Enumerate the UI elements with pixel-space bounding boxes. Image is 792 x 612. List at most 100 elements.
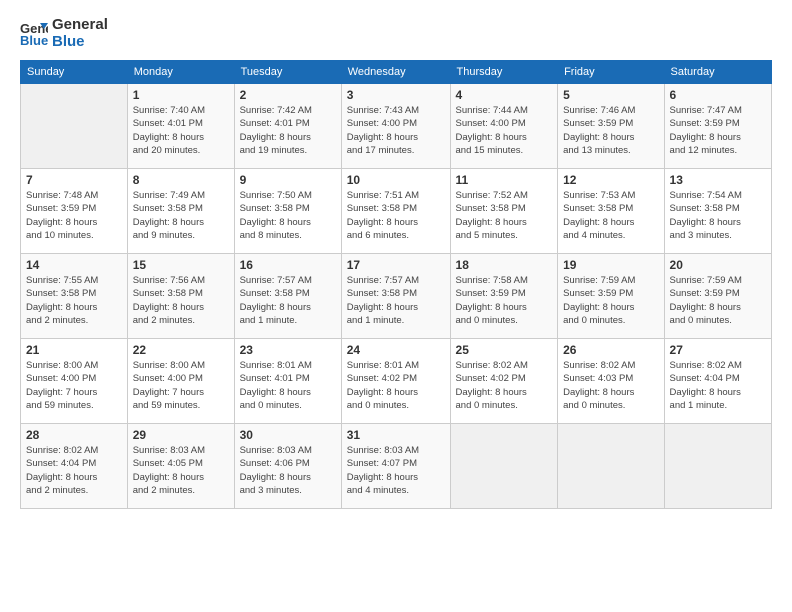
header: General Blue General Blue	[20, 16, 772, 50]
day-number: 13	[670, 173, 766, 187]
day-detail: Sunrise: 7:59 AM Sunset: 3:59 PM Dayligh…	[563, 274, 658, 327]
day-number: 27	[670, 343, 766, 357]
day-detail: Sunrise: 7:40 AM Sunset: 4:01 PM Dayligh…	[133, 104, 229, 157]
calendar-week-row: 1 Sunrise: 7:40 AM Sunset: 4:01 PM Daylig…	[21, 84, 772, 169]
calendar-cell: 10Sunrise: 7:51 AM Sunset: 3:58 PM Dayli…	[341, 169, 450, 254]
calendar-cell: 15 Sunrise: 7:56 AM Sunset: 3:58 PM Dayli…	[127, 254, 234, 339]
calendar-cell: 30 Sunrise: 8:03 AM Sunset: 4:06 PM Dayli…	[234, 424, 341, 509]
calendar-header-friday: Friday	[558, 61, 664, 84]
page: General Blue General Blue SundayMondayTu…	[0, 0, 792, 612]
calendar-cell: 19Sunrise: 7:59 AM Sunset: 3:59 PM Dayli…	[558, 254, 664, 339]
calendar-cell: 11Sunrise: 7:52 AM Sunset: 3:58 PM Dayli…	[450, 169, 558, 254]
day-detail: Sunrise: 7:46 AM Sunset: 3:59 PM Dayligh…	[563, 104, 658, 157]
day-number: 23	[240, 343, 336, 357]
day-detail: Sunrise: 7:54 AM Sunset: 3:58 PM Dayligh…	[670, 189, 766, 242]
day-detail: Sunrise: 8:01 AM Sunset: 4:01 PM Dayligh…	[240, 359, 336, 412]
calendar-cell: 13 Sunrise: 7:54 AM Sunset: 3:58 PM Dayli…	[664, 169, 771, 254]
day-number: 21	[26, 343, 122, 357]
calendar-cell: 12 Sunrise: 7:53 AM Sunset: 3:58 PM Dayli…	[558, 169, 664, 254]
day-detail: Sunrise: 7:47 AM Sunset: 3:59 PM Dayligh…	[670, 104, 766, 157]
calendar-cell: 27 Sunrise: 8:02 AM Sunset: 4:04 PM Dayli…	[664, 339, 771, 424]
day-number: 15	[133, 258, 229, 272]
day-detail: Sunrise: 7:55 AM Sunset: 3:58 PM Dayligh…	[26, 274, 122, 327]
day-detail: Sunrise: 7:53 AM Sunset: 3:58 PM Dayligh…	[563, 189, 658, 242]
calendar-cell: 22 Sunrise: 8:00 AM Sunset: 4:00 PM Dayli…	[127, 339, 234, 424]
day-number: 3	[347, 88, 445, 102]
calendar-header-saturday: Saturday	[664, 61, 771, 84]
calendar-cell: 26 Sunrise: 8:02 AM Sunset: 4:03 PM Dayli…	[558, 339, 664, 424]
calendar-cell: 21 Sunrise: 8:00 AM Sunset: 4:00 PM Dayli…	[21, 339, 128, 424]
calendar-cell: 3 Sunrise: 7:43 AM Sunset: 4:00 PM Daylig…	[341, 84, 450, 169]
day-detail: Sunrise: 8:03 AM Sunset: 4:06 PM Dayligh…	[240, 444, 336, 497]
day-number: 25	[456, 343, 553, 357]
calendar-header-sunday: Sunday	[21, 61, 128, 84]
calendar-cell: 8Sunrise: 7:49 AM Sunset: 3:58 PM Daylig…	[127, 169, 234, 254]
day-number: 12	[563, 173, 658, 187]
day-number: 16	[240, 258, 336, 272]
day-number: 31	[347, 428, 445, 442]
day-detail: Sunrise: 8:03 AM Sunset: 4:05 PM Dayligh…	[133, 444, 229, 497]
day-detail: Sunrise: 8:00 AM Sunset: 4:00 PM Dayligh…	[133, 359, 229, 412]
calendar-cell: 2Sunrise: 7:42 AM Sunset: 4:01 PM Daylig…	[234, 84, 341, 169]
day-detail: Sunrise: 7:44 AM Sunset: 4:00 PM Dayligh…	[456, 104, 553, 157]
day-detail: Sunrise: 7:50 AM Sunset: 3:58 PM Dayligh…	[240, 189, 336, 242]
day-number: 2	[240, 88, 336, 102]
day-number: 5	[563, 88, 658, 102]
calendar-table: SundayMondayTuesdayWednesdayThursdayFrid…	[20, 60, 772, 509]
calendar-week-row: 7 Sunrise: 7:48 AM Sunset: 3:59 PM Daylig…	[21, 169, 772, 254]
calendar-cell: 6 Sunrise: 7:47 AM Sunset: 3:59 PM Daylig…	[664, 84, 771, 169]
day-detail: Sunrise: 7:59 AM Sunset: 3:59 PM Dayligh…	[670, 274, 766, 327]
calendar-cell	[664, 424, 771, 509]
day-number: 29	[133, 428, 229, 442]
day-detail: Sunrise: 7:57 AM Sunset: 3:58 PM Dayligh…	[347, 274, 445, 327]
calendar-header-wednesday: Wednesday	[341, 61, 450, 84]
day-number: 9	[240, 173, 336, 187]
calendar-cell	[450, 424, 558, 509]
day-number: 1	[133, 88, 229, 102]
calendar-cell: 20 Sunrise: 7:59 AM Sunset: 3:59 PM Dayli…	[664, 254, 771, 339]
day-number: 22	[133, 343, 229, 357]
day-number: 4	[456, 88, 553, 102]
calendar-week-row: 28 Sunrise: 8:02 AM Sunset: 4:04 PM Dayli…	[21, 424, 772, 509]
day-detail: Sunrise: 7:43 AM Sunset: 4:00 PM Dayligh…	[347, 104, 445, 157]
day-number: 28	[26, 428, 122, 442]
calendar-cell	[21, 84, 128, 169]
day-detail: Sunrise: 8:02 AM Sunset: 4:02 PM Dayligh…	[456, 359, 553, 412]
day-detail: Sunrise: 8:00 AM Sunset: 4:00 PM Dayligh…	[26, 359, 122, 412]
day-number: 20	[670, 258, 766, 272]
day-detail: Sunrise: 7:58 AM Sunset: 3:59 PM Dayligh…	[456, 274, 553, 327]
calendar-cell: 17 Sunrise: 7:57 AM Sunset: 3:58 PM Dayli…	[341, 254, 450, 339]
day-number: 14	[26, 258, 122, 272]
day-detail: Sunrise: 7:48 AM Sunset: 3:59 PM Dayligh…	[26, 189, 122, 242]
calendar-cell: 5 Sunrise: 7:46 AM Sunset: 3:59 PM Daylig…	[558, 84, 664, 169]
calendar-cell: 25 Sunrise: 8:02 AM Sunset: 4:02 PM Dayli…	[450, 339, 558, 424]
calendar-cell: 31Sunrise: 8:03 AM Sunset: 4:07 PM Dayli…	[341, 424, 450, 509]
calendar-cell: 4 Sunrise: 7:44 AM Sunset: 4:00 PM Daylig…	[450, 84, 558, 169]
day-number: 26	[563, 343, 658, 357]
day-detail: Sunrise: 7:56 AM Sunset: 3:58 PM Dayligh…	[133, 274, 229, 327]
calendar-cell: 14 Sunrise: 7:55 AM Sunset: 3:58 PM Dayli…	[21, 254, 128, 339]
logo-line1: General	[52, 16, 108, 33]
calendar-header-thursday: Thursday	[450, 61, 558, 84]
calendar-header-tuesday: Tuesday	[234, 61, 341, 84]
day-number: 6	[670, 88, 766, 102]
day-number: 30	[240, 428, 336, 442]
day-detail: Sunrise: 8:02 AM Sunset: 4:03 PM Dayligh…	[563, 359, 658, 412]
calendar-cell: 24Sunrise: 8:01 AM Sunset: 4:02 PM Dayli…	[341, 339, 450, 424]
day-detail: Sunrise: 8:02 AM Sunset: 4:04 PM Dayligh…	[670, 359, 766, 412]
calendar-cell: 18 Sunrise: 7:58 AM Sunset: 3:59 PM Dayli…	[450, 254, 558, 339]
day-number: 24	[347, 343, 445, 357]
calendar-cell: 23 Sunrise: 8:01 AM Sunset: 4:01 PM Dayli…	[234, 339, 341, 424]
day-number: 18	[456, 258, 553, 272]
calendar-week-row: 21 Sunrise: 8:00 AM Sunset: 4:00 PM Dayli…	[21, 339, 772, 424]
day-detail: Sunrise: 7:57 AM Sunset: 3:58 PM Dayligh…	[240, 274, 336, 327]
calendar-cell: 7 Sunrise: 7:48 AM Sunset: 3:59 PM Daylig…	[21, 169, 128, 254]
day-number: 7	[26, 173, 122, 187]
logo: General Blue General Blue	[20, 16, 108, 50]
day-detail: Sunrise: 8:02 AM Sunset: 4:04 PM Dayligh…	[26, 444, 122, 497]
calendar-cell: 29 Sunrise: 8:03 AM Sunset: 4:05 PM Dayli…	[127, 424, 234, 509]
logo-icon: General Blue	[20, 19, 48, 47]
calendar-cell: 9 Sunrise: 7:50 AM Sunset: 3:58 PM Daylig…	[234, 169, 341, 254]
day-number: 17	[347, 258, 445, 272]
day-number: 10	[347, 173, 445, 187]
